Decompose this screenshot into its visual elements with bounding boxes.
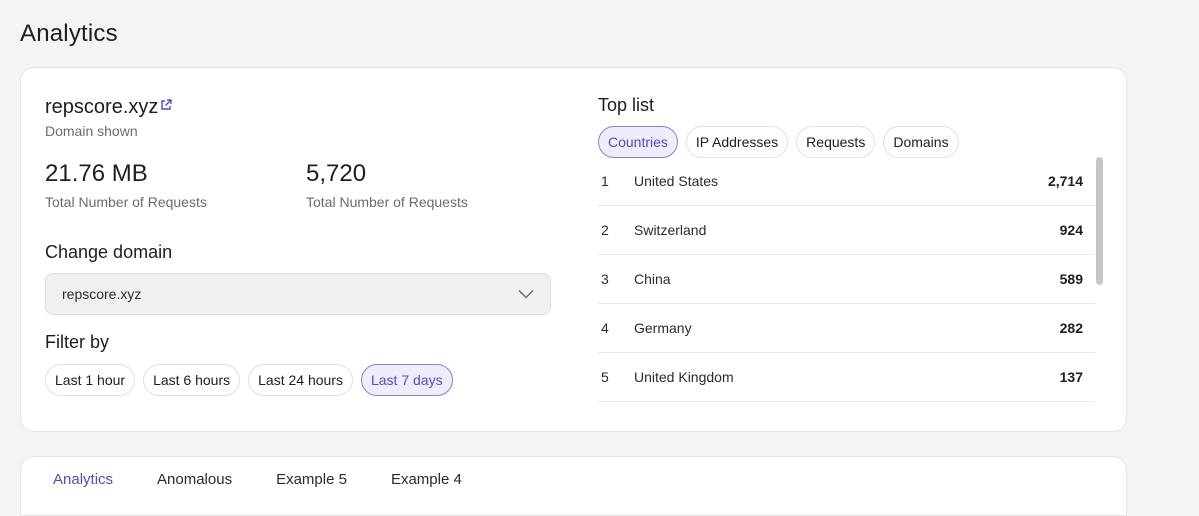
filter-last-24-hours[interactable]: Last 24 hours: [248, 364, 353, 396]
toplist-tabs: Countries IP Addresses Requests Domains: [598, 126, 959, 158]
tab-analytics[interactable]: Analytics: [53, 471, 113, 488]
country-name: United Kingdom: [634, 369, 734, 385]
country-name: Switzerland: [634, 222, 707, 238]
count: 282: [1059, 320, 1083, 336]
country-name: United States: [634, 173, 719, 189]
rank: 3: [601, 271, 609, 287]
toplist-title: Top list: [598, 95, 655, 115]
page-title: Analytics: [20, 20, 118, 47]
tab-countries[interactable]: Countries: [598, 126, 678, 158]
stat-value: 5,720: [306, 160, 367, 187]
analytics-card: repscore.xyz Domain shown 21.76 MB Total…: [20, 67, 1127, 432]
list-item: 4 Germany 282: [598, 304, 1095, 353]
toplist-table: 1 United States 2,714 2 Switzerland 924 …: [598, 157, 1095, 402]
tab-anomalous[interactable]: Anomalous: [157, 471, 232, 488]
external-link-icon[interactable]: [160, 94, 173, 117]
bottom-tabs-card: Analytics Anomalous Example 5 Example 4: [20, 456, 1127, 516]
list-item: 5 United Kingdom 137: [598, 353, 1095, 402]
count: 589: [1059, 271, 1083, 287]
count: 2,714: [1047, 173, 1083, 189]
tab-example-5[interactable]: Example 5: [276, 471, 347, 488]
stat-label: Total Number of Requests: [306, 194, 468, 210]
list-item: 3 China 589: [598, 255, 1095, 304]
filter-last-1-hour[interactable]: Last 1 hour: [45, 364, 136, 396]
filter-heading: Filter by: [45, 332, 110, 352]
stat-label: Total Number of Requests: [45, 194, 207, 210]
tab-requests[interactable]: Requests: [796, 126, 876, 158]
count: 924: [1059, 222, 1083, 238]
rank: 1: [601, 173, 609, 189]
chevron-down-icon: [518, 286, 534, 302]
filter-options: Last 1 hour Last 6 hours Last 24 hours L…: [45, 364, 453, 396]
tab-ip-addresses[interactable]: IP Addresses: [685, 126, 789, 158]
country-name: China: [634, 271, 671, 287]
list-item: 2 Switzerland 924: [598, 206, 1095, 255]
rank: 2: [601, 222, 609, 238]
stat-data-size: 21.76 MB Total Number of Requests: [45, 160, 207, 210]
tab-example-4[interactable]: Example 4: [391, 471, 462, 488]
filter-last-7-days[interactable]: Last 7 days: [360, 364, 453, 396]
change-domain-heading: Change domain: [45, 242, 173, 262]
toplist-scrollbar[interactable]: [1096, 157, 1103, 285]
count: 137: [1059, 369, 1083, 385]
rank: 4: [601, 320, 609, 336]
country-name: Germany: [634, 320, 692, 336]
tab-domains[interactable]: Domains: [883, 126, 959, 158]
stat-request-count: 5,720 Total Number of Requests: [306, 160, 468, 210]
domain-select-value: repscore.xyz: [62, 286, 142, 302]
domain-title[interactable]: repscore.xyz: [45, 94, 173, 119]
bottom-tabs: Analytics Anomalous Example 5 Example 4: [53, 471, 462, 488]
filter-last-6-hours[interactable]: Last 6 hours: [143, 364, 241, 396]
stat-value: 21.76 MB: [45, 160, 148, 187]
rank: 5: [601, 369, 609, 385]
list-item: 1 United States 2,714: [598, 157, 1095, 206]
domain-subtitle: Domain shown: [45, 123, 138, 139]
domain-select[interactable]: repscore.xyz: [45, 273, 551, 315]
domain-name-text: repscore.xyz: [45, 96, 159, 118]
